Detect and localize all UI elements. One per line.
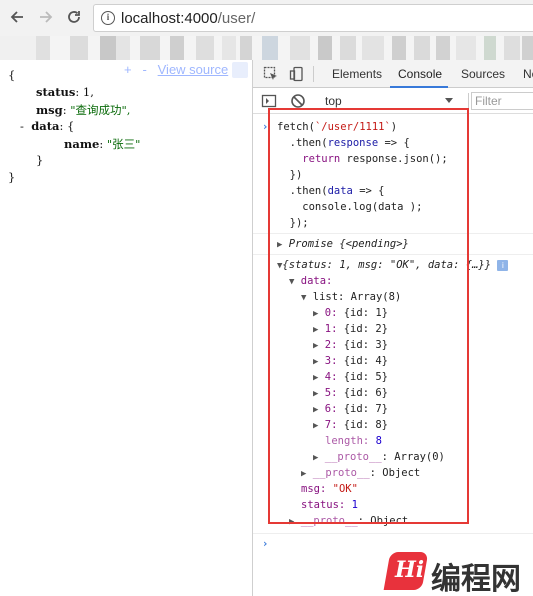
code-line: .then(response => { <box>277 137 410 149</box>
collapse-all-button[interactable]: - <box>142 62 146 77</box>
expand-triangle-icon[interactable]: ▶ <box>313 357 318 367</box>
row-divider <box>253 233 533 234</box>
tree-node-data[interactable]: ▼ data: <box>289 273 332 290</box>
arrow-left-icon <box>10 11 23 23</box>
list-length: length: 8 <box>325 435 382 447</box>
list-item[interactable]: ▶ 5: {id: 6} <box>313 385 388 402</box>
expand-triangle-icon[interactable]: ▶ <box>313 421 318 431</box>
prompt-chevron-icon: › <box>262 121 269 133</box>
expand-triangle-icon[interactable]: ▶ <box>313 373 318 383</box>
bookmarks-bar <box>0 36 533 60</box>
expand-triangle-icon[interactable]: ▶ <box>313 405 318 415</box>
watermark: Hi 编程网 <box>383 552 533 596</box>
browser-toolbar: i localhost:4000/user/ <box>0 0 533 36</box>
list-item[interactable]: ▶ 4: {id: 5} <box>313 369 388 386</box>
watermark-text: 编程网 <box>431 562 521 596</box>
forward-button[interactable] <box>35 6 57 28</box>
toolbar-divider <box>468 93 469 109</box>
list-item[interactable]: ▶ 7: {id: 8} <box>313 417 388 434</box>
devtools-tabbar: Elements Console Sources Ne <box>253 60 533 88</box>
code-line: }); <box>277 217 309 229</box>
toolbar-divider <box>313 66 314 82</box>
json-open: { <box>8 68 16 82</box>
tab-elements[interactable]: Elements <box>332 67 382 81</box>
info-icon[interactable]: i <box>101 11 115 25</box>
device-toolbar-icon[interactable] <box>289 66 305 82</box>
code-line: }) <box>277 169 303 181</box>
object-summary[interactable]: ▼{status: 1, msg: "OK", data: {…}} i <box>277 257 509 274</box>
tree-node-proto-array[interactable]: ▶ __proto__: Array(0) <box>313 449 445 466</box>
expand-triangle-icon[interactable]: ▶ <box>313 389 318 399</box>
json-key-data: data <box>31 119 60 133</box>
devtools-panel: Elements Console Sources Ne top Filter ›… <box>252 60 533 596</box>
json-msg-line: msg: "查询成功", <box>36 103 131 117</box>
address-bar[interactable]: i localhost:4000/user/ <box>93 4 533 32</box>
expand-triangle-icon[interactable]: ▶ <box>313 453 318 463</box>
back-button[interactable] <box>6 6 28 28</box>
json-status-line: status: 1, <box>36 85 94 99</box>
console-toolbar: top Filter <box>253 88 533 114</box>
expand-triangle-icon[interactable]: ▶ <box>301 469 306 479</box>
info-badge-icon[interactable]: i <box>497 259 509 271</box>
json-viewer-icon[interactable] <box>232 62 248 78</box>
collapse-triangle-icon[interactable]: ▼ <box>301 293 306 303</box>
tree-node-proto-object[interactable]: ▶ __proto__: Object <box>289 513 408 530</box>
reload-icon <box>68 11 80 23</box>
json-key-status: status <box>36 85 76 99</box>
json-name-line: name: "张三" <box>64 137 141 151</box>
json-data-close: } <box>36 153 44 167</box>
json-key-name: name <box>64 137 100 151</box>
arrow-right-icon <box>40 11 53 23</box>
chevron-down-icon[interactable] <box>445 98 453 103</box>
json-value-msg: "查询成功", <box>70 103 131 117</box>
view-source-controls: + - View source <box>124 62 228 77</box>
url-text: localhost:4000/user/ <box>121 10 256 27</box>
json-close: } <box>8 170 16 184</box>
json-data-open: { <box>67 119 75 133</box>
row-divider <box>253 254 533 255</box>
watermark-logo-text: Hi <box>395 557 425 583</box>
expand-triangle-icon[interactable]: ▶ <box>277 240 282 250</box>
tab-sources[interactable]: Sources <box>461 67 505 81</box>
page-content: + - View source { status: 1, msg: "查询成功"… <box>0 60 252 596</box>
list-item[interactable]: ▶ 1: {id: 2} <box>313 321 388 338</box>
list-item[interactable]: ▶ 3: {id: 4} <box>313 353 388 370</box>
view-source-link[interactable]: View source <box>158 62 229 77</box>
json-data-line: - data: { <box>20 119 75 133</box>
console-sidebar-icon[interactable] <box>261 93 277 109</box>
collapse-triangle-icon[interactable]: ▼ <box>289 277 294 287</box>
json-value-name: "张三" <box>106 137 141 151</box>
list-item[interactable]: ▶ 6: {id: 7} <box>313 401 388 418</box>
expand-triangle-icon[interactable]: ▶ <box>289 517 294 527</box>
json-value-status: 1, <box>82 85 94 99</box>
expand-all-button[interactable]: + <box>124 62 132 77</box>
clear-console-icon[interactable] <box>290 93 306 109</box>
inspect-element-icon[interactable] <box>263 66 279 82</box>
tree-node-msg: msg: "OK" <box>301 483 358 495</box>
json-key-msg: msg <box>36 103 63 117</box>
code-line: .then(data => { <box>277 185 385 197</box>
code-line: console.log(data ); <box>277 201 423 213</box>
tree-node-proto-object[interactable]: ▶ __proto__: Object <box>301 465 420 482</box>
code-line: fetch(`/user/1111`) <box>277 121 398 133</box>
tree-node-status: status: 1 <box>301 499 358 511</box>
json-collapse-toggle[interactable]: - <box>20 119 24 133</box>
expand-triangle-icon[interactable]: ▶ <box>313 341 318 351</box>
expand-triangle-icon[interactable]: ▶ <box>313 309 318 319</box>
console-output: › fetch(`/user/1111`) .then(response => … <box>253 114 533 596</box>
list-item[interactable]: ▶ 2: {id: 3} <box>313 337 388 354</box>
code-line: return response.json(); <box>302 153 448 165</box>
tab-console[interactable]: Console <box>398 67 442 81</box>
reload-button[interactable] <box>63 6 85 28</box>
tab-network[interactable]: Ne <box>523 67 533 81</box>
row-divider <box>253 533 533 534</box>
console-input-prompt[interactable]: › <box>262 536 268 552</box>
context-select[interactable]: top <box>325 94 342 108</box>
tree-node-list[interactable]: ▼ list: Array(8) <box>301 289 401 306</box>
filter-input[interactable]: Filter <box>471 92 533 110</box>
expand-triangle-icon[interactable]: ▶ <box>313 325 318 335</box>
list-item[interactable]: ▶ 0: {id: 1} <box>313 305 388 322</box>
promise-result[interactable]: ▶ Promise {<pending>} <box>277 236 409 253</box>
